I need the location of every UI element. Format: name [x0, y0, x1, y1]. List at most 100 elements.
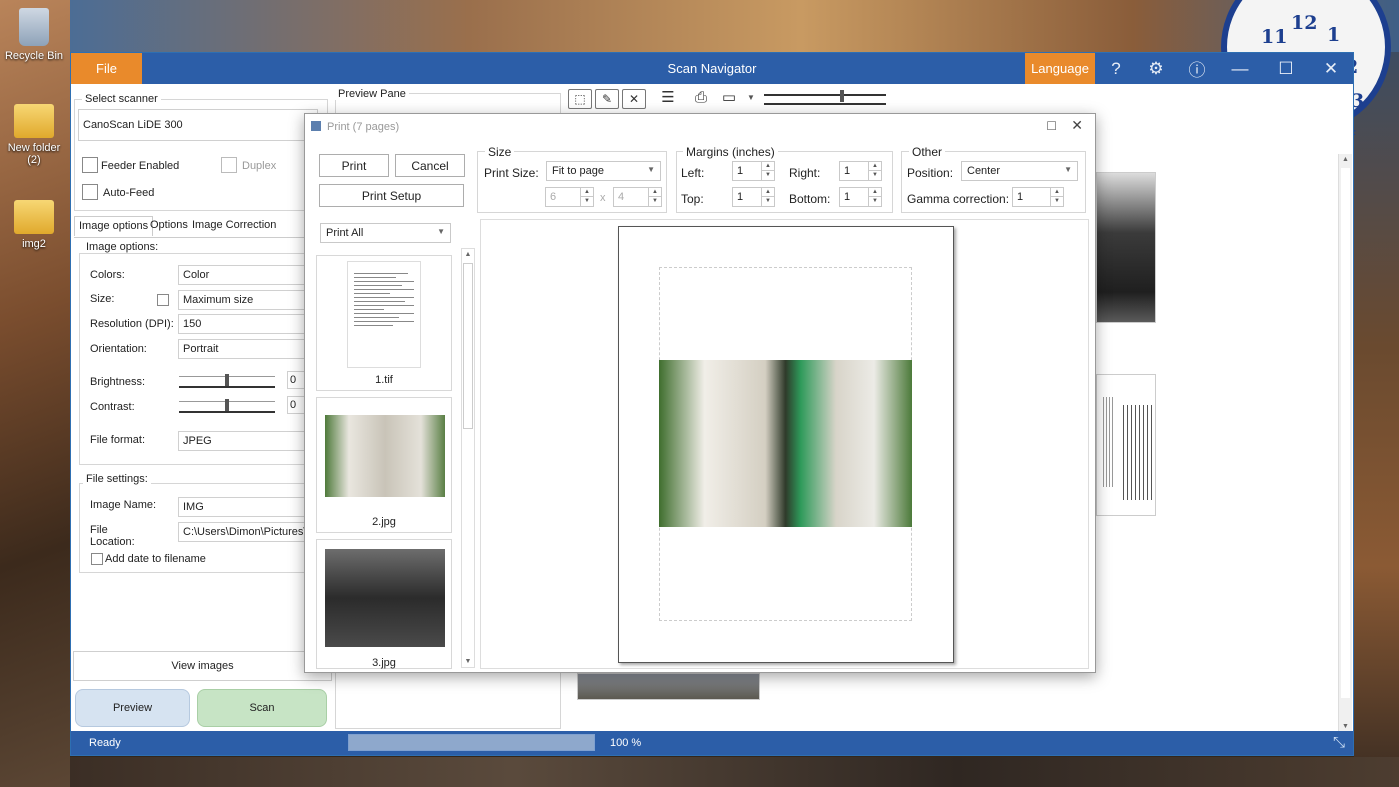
scroll-up-icon[interactable]: ▲ — [462, 251, 474, 258]
tab-image-correction[interactable]: Image Correction — [188, 216, 280, 236]
print-button[interactable]: Print — [319, 154, 389, 177]
print-dialog-icon — [310, 120, 322, 132]
viewer-photo-1[interactable] — [1096, 172, 1156, 323]
top-margin-spinner[interactable]: 1 ▲ ▼ — [732, 187, 775, 207]
maximize-icon[interactable]: ☐ — [1046, 119, 1057, 133]
desktop-icon-recycle-bin[interactable]: Recycle Bin — [0, 8, 68, 62]
slider-thumb[interactable] — [840, 90, 844, 102]
scroll-down-icon[interactable]: ▼ — [462, 658, 474, 665]
desktop-icon-img2[interactable]: img2 — [0, 200, 68, 250]
preview-button[interactable]: Preview — [75, 689, 190, 727]
contrast-value[interactable]: 0 — [287, 396, 304, 414]
colors-select[interactable]: Color — [178, 265, 304, 285]
margins-group-label: Margins (inches) — [683, 145, 778, 159]
spin-up-icon[interactable]: ▲ — [761, 188, 774, 197]
view-images-button[interactable]: View images — [73, 651, 332, 681]
scroll-thumb[interactable] — [463, 263, 473, 429]
file-menu-button[interactable]: File — [71, 53, 142, 84]
add-frame-icon[interactable]: ⬚ — [568, 89, 592, 109]
scanner-icon[interactable]: ▭ — [717, 89, 741, 109]
printer-icon[interactable]: ⎙ — [689, 89, 713, 109]
page-thumbnail-2[interactable]: 2.jpg — [316, 397, 452, 533]
settings-icon[interactable]: ⚙ — [1138, 53, 1174, 84]
resize-icon[interactable]: ⤡ — [1333, 734, 1345, 751]
viewer-scrollbar[interactable]: ▲ ▼ — [1338, 154, 1352, 732]
spin-down-icon[interactable]: ▼ — [868, 197, 881, 206]
print-preview-area — [480, 219, 1089, 669]
spin-down-icon[interactable]: ▼ — [761, 171, 774, 180]
viewer-photo-bottom[interactable] — [577, 673, 760, 700]
spin-up-icon[interactable]: ▲ — [868, 188, 881, 197]
align-icon[interactable]: ☰ — [656, 89, 680, 109]
spin-up-icon[interactable]: ▲ — [1050, 188, 1063, 197]
brightness-label: Brightness: — [90, 376, 146, 388]
left-margin-spinner[interactable]: 1 ▲ ▼ — [732, 161, 775, 181]
tab-options[interactable]: Options — [146, 216, 192, 236]
print-height-value: 4 — [618, 191, 625, 203]
brightness-slider[interactable] — [179, 371, 275, 391]
auto-feed-checkbox[interactable] — [82, 184, 98, 200]
feeder-enabled-checkbox[interactable] — [82, 157, 98, 173]
orientation-select[interactable]: Portrait — [178, 339, 304, 359]
desktop-icon-new-folder[interactable]: New folder (2) — [0, 104, 68, 166]
spin-up-icon[interactable]: ▲ — [761, 162, 774, 171]
file-location-input[interactable]: C:\Users\Dimon\Pictures\Sc — [178, 522, 304, 542]
print-height-spinner[interactable]: 4 ▲ ▼ — [613, 187, 662, 207]
gamma-label: Gamma correction: — [907, 192, 1010, 206]
brightness-value[interactable]: 0 — [287, 371, 304, 389]
edit-frame-icon[interactable]: ✎ — [595, 89, 619, 109]
right-margin-spinner[interactable]: 1 ▲ ▼ — [839, 161, 882, 181]
times-label: x — [600, 192, 606, 204]
contrast-slider[interactable] — [179, 396, 275, 416]
duplex-checkbox[interactable] — [221, 157, 237, 173]
desktop-icon-label: img2 — [22, 238, 46, 250]
thumbnails-scrollbar[interactable]: ▲ ▼ — [461, 248, 475, 668]
spin-down-icon[interactable]: ▼ — [1050, 197, 1063, 206]
tab-image-options[interactable]: Image options — [74, 216, 154, 236]
scanner-select[interactable]: CanoScan LiDE 300 — [78, 109, 318, 141]
spin-down-icon[interactable]: ▼ — [648, 197, 661, 206]
spin-down-icon[interactable]: ▼ — [868, 171, 881, 180]
print-setup-button[interactable]: Print Setup — [319, 184, 464, 207]
scroll-thumb[interactable] — [1341, 168, 1350, 698]
page-thumbnail-3[interactable]: 3.jpg — [316, 539, 452, 669]
spin-down-icon[interactable]: ▼ — [761, 197, 774, 206]
progress-fill — [349, 735, 594, 750]
file-format-select[interactable]: JPEG — [178, 431, 304, 451]
size-select[interactable]: Maximum size — [178, 290, 304, 310]
chevron-down-icon[interactable]: ▼ — [747, 93, 755, 102]
scroll-down-icon[interactable]: ▼ — [1339, 723, 1352, 730]
help-icon[interactable]: ? — [1098, 53, 1134, 84]
language-button[interactable]: Language — [1025, 53, 1095, 84]
slider-thumb[interactable] — [225, 399, 229, 411]
page-thumbnail-1[interactable]: 1.tif — [316, 255, 452, 391]
scroll-up-icon[interactable]: ▲ — [1339, 156, 1352, 163]
close-icon[interactable]: ✕ — [1313, 53, 1349, 84]
info-icon[interactable]: ⓘ — [1179, 53, 1215, 84]
scan-button[interactable]: Scan — [197, 689, 327, 727]
slider-thumb[interactable] — [225, 374, 229, 386]
add-date-checkbox[interactable] — [91, 553, 103, 565]
viewer-document[interactable] — [1096, 374, 1156, 516]
print-range-select[interactable]: Print All ▼ — [320, 223, 451, 243]
image-name-input[interactable]: IMG — [178, 497, 304, 517]
delete-frame-icon[interactable]: ✕ — [622, 89, 646, 109]
minimize-icon[interactable]: — — [1222, 53, 1258, 84]
spin-up-icon[interactable]: ▲ — [648, 188, 661, 197]
gamma-spinner[interactable]: 1 ▲ ▼ — [1012, 187, 1064, 207]
bottom-margin-spinner[interactable]: 1 ▲ ▼ — [839, 187, 882, 207]
close-icon[interactable]: ✕ — [1071, 117, 1083, 134]
print-size-select[interactable]: Fit to page ▼ — [546, 161, 661, 181]
resolution-label: Resolution (DPI): — [90, 318, 174, 330]
size-checkbox[interactable] — [157, 294, 169, 306]
spin-down-icon[interactable]: ▼ — [580, 197, 593, 206]
spin-up-icon[interactable]: ▲ — [868, 162, 881, 171]
cancel-button[interactable]: Cancel — [395, 154, 465, 177]
maximize-icon[interactable]: ☐ — [1268, 53, 1304, 84]
spin-up-icon[interactable]: ▲ — [580, 188, 593, 197]
resolution-select[interactable]: 150 — [178, 314, 304, 334]
position-select[interactable]: Center ▼ — [961, 161, 1078, 181]
print-width-spinner[interactable]: 6 ▲ ▼ — [545, 187, 594, 207]
print-size-label: Print Size: — [484, 166, 539, 180]
zoom-slider[interactable] — [764, 89, 886, 107]
